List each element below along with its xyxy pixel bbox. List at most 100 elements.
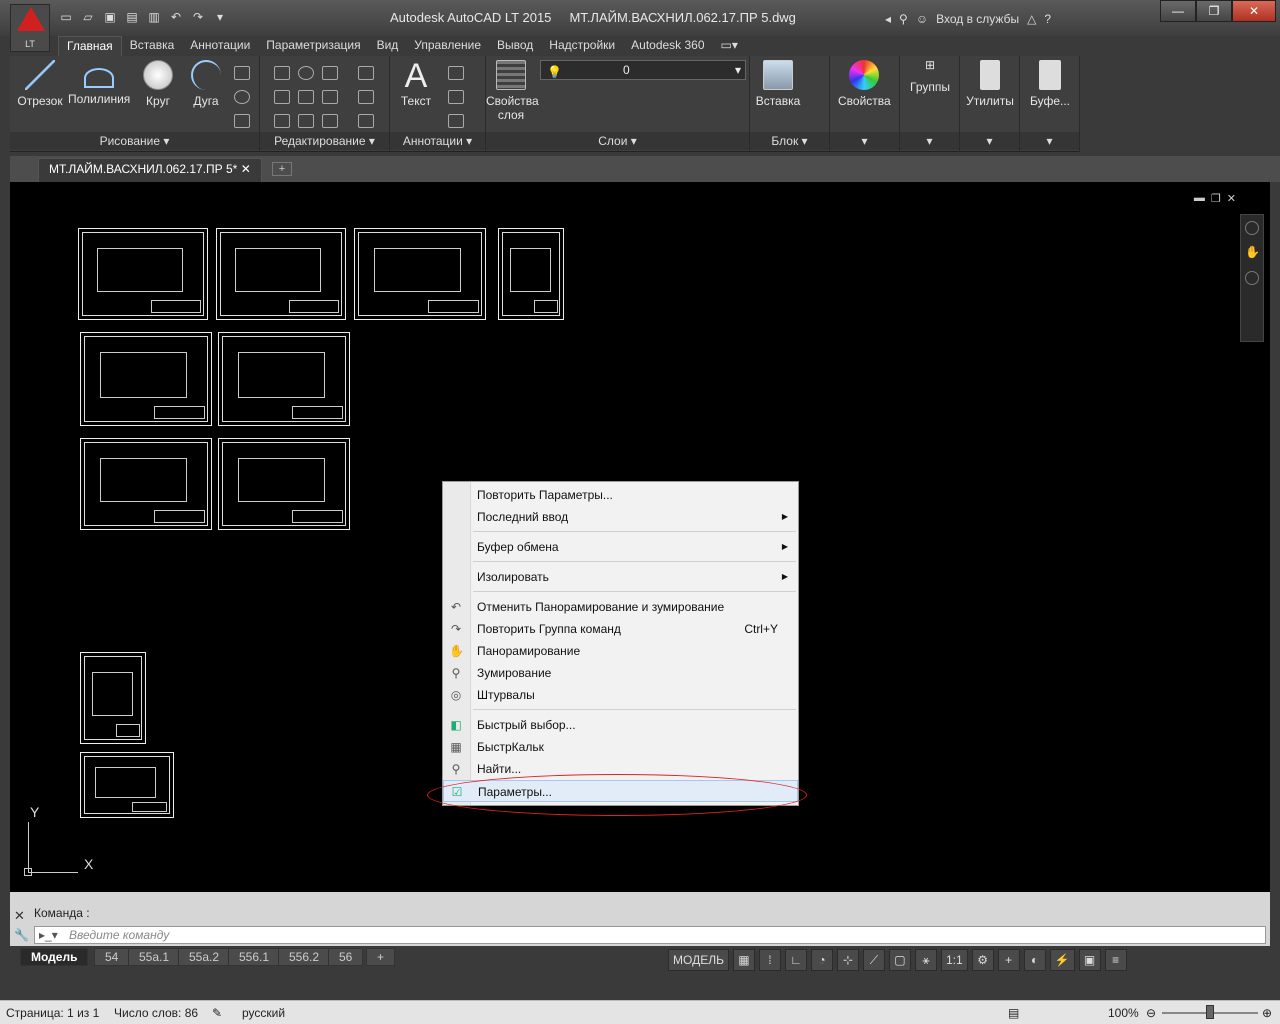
ribbon-tab[interactable]: Управление	[406, 36, 489, 56]
zoom-in-icon[interactable]: ⊕	[1262, 1006, 1272, 1020]
ortho-icon[interactable]: ∟	[784, 949, 807, 971]
pan-hand-icon[interactable]: ✋	[1245, 245, 1260, 261]
table-icon[interactable]	[448, 114, 464, 128]
grid-icon[interactable]: ▦	[732, 949, 755, 971]
ribbon-tab[interactable]: Вывод	[489, 36, 541, 56]
draw-panel-label[interactable]: Рисование ▾	[10, 132, 259, 150]
steering-wheel-icon[interactable]	[1245, 221, 1259, 235]
model-space-button[interactable]: МОДЕЛЬ	[668, 949, 729, 971]
annotation-scale-button[interactable]: 1:1	[940, 949, 968, 971]
selection-cycling-icon[interactable]: ▢	[888, 949, 911, 971]
new-icon[interactable]: ▭	[58, 10, 74, 24]
clipboard-panel-expand[interactable]: ▾	[1020, 132, 1079, 150]
zoom-icon[interactable]	[1245, 271, 1259, 285]
menu-item-quick-select[interactable]: ◧ Быстрый выбор...	[443, 714, 798, 736]
search-arrow-icon[interactable]: ◂	[885, 12, 891, 26]
ribbon-display-toggle-icon[interactable]: ▭▾	[713, 36, 746, 56]
line-button[interactable]: Отрезок	[14, 58, 66, 108]
drawing-sheet[interactable]	[218, 438, 350, 530]
properties-button[interactable]: Свойства	[838, 58, 891, 108]
copy-icon[interactable]	[274, 90, 290, 104]
print-icon[interactable]: ▥	[146, 10, 162, 24]
snap-icon[interactable]: ⁞	[758, 949, 781, 971]
isolate-icon[interactable]: ◐	[1023, 949, 1046, 971]
annotation-visibility-icon[interactable]: ⚹	[914, 949, 937, 971]
binoculars-icon[interactable]: ⚲	[899, 12, 908, 26]
hardware-acceleration-icon[interactable]: ⚡	[1049, 949, 1075, 971]
insert-block-button[interactable]: Вставка	[752, 58, 804, 108]
layout-tab[interactable]: 54	[94, 948, 130, 966]
layout-tab[interactable]: Модель	[20, 948, 89, 966]
utilities-panel-expand[interactable]: ▾	[960, 132, 1019, 150]
layout-tab[interactable]: 56	[328, 948, 364, 966]
lineweight-icon[interactable]: ⟋	[862, 949, 885, 971]
new-file-tab-button[interactable]: +	[272, 162, 292, 176]
menu-item-undo[interactable]: ↶ Отменить Панорамирование и зумирование	[443, 596, 798, 618]
stretch-icon[interactable]	[274, 114, 290, 128]
drawing-sheet[interactable]	[78, 228, 208, 320]
leader-icon[interactable]	[448, 90, 464, 104]
osnap-icon[interactable]: ⊹	[836, 949, 859, 971]
array-icon[interactable]	[322, 114, 338, 128]
close-icon[interactable]: ✕	[14, 908, 25, 924]
viewport-restore-icon[interactable]: ❐	[1211, 192, 1221, 205]
fillet-icon[interactable]	[322, 90, 338, 104]
viewport-minimize-icon[interactable]: ▬	[1194, 192, 1205, 205]
dimension-icon[interactable]	[448, 66, 464, 80]
menu-item-zoom[interactable]: ⚲ Зумирование	[443, 662, 798, 684]
rotate-icon[interactable]	[298, 66, 314, 80]
minimize-button[interactable]: —	[1160, 0, 1196, 22]
modify-panel-label[interactable]: Редактирование ▾	[260, 132, 389, 150]
layout-tab[interactable]: 556.1	[228, 948, 281, 966]
spellcheck-icon[interactable]: ✎	[212, 1006, 222, 1020]
open-icon[interactable]: ▱	[80, 10, 96, 24]
offset-icon[interactable]	[358, 114, 374, 128]
text-button[interactable]: A Текст	[390, 58, 442, 108]
ribbon-tab[interactable]: Главная	[58, 36, 122, 56]
exchange-icon[interactable]: △	[1027, 12, 1036, 26]
menu-item-steering-wheels[interactable]: ◎ Штурвалы	[443, 684, 798, 706]
drawing-sheet[interactable]	[216, 228, 346, 320]
clean-screen-icon[interactable]: ▣	[1078, 949, 1101, 971]
drawing-sheet[interactable]	[80, 752, 174, 818]
zoom-out-icon[interactable]: ⊖	[1146, 1006, 1156, 1020]
application-menu-button[interactable]: LT	[10, 4, 50, 52]
user-icon[interactable]: ☺	[916, 12, 928, 26]
explode-icon[interactable]	[358, 90, 374, 104]
close-icon[interactable]: ✕	[241, 162, 251, 176]
drawing-sheet[interactable]	[218, 332, 350, 426]
scale-icon[interactable]	[298, 114, 314, 128]
ribbon-tab[interactable]: Вставка	[122, 36, 183, 56]
save-as-icon[interactable]: ▤	[124, 10, 140, 24]
properties-panel-expand[interactable]: ▾	[830, 132, 899, 150]
zoom-slider-thumb[interactable]	[1206, 1005, 1214, 1019]
region-icon[interactable]	[234, 114, 250, 128]
menu-item-repeat[interactable]: Повторить Параметры...	[443, 484, 798, 506]
command-input[interactable]: ▸_▾ Введите команду	[34, 926, 1266, 944]
undo-icon[interactable]: ↶	[168, 10, 184, 24]
ribbon-tab[interactable]: Параметризация	[258, 36, 368, 56]
groups-button[interactable]: ⊞ Группы	[904, 58, 956, 94]
drawing-sheet[interactable]	[80, 438, 212, 530]
layout-tab[interactable]: 556.2	[278, 948, 331, 966]
menu-item-redo[interactable]: ↷ Повторить Группа команд Ctrl+Y	[443, 618, 798, 640]
drawing-sheet[interactable]	[498, 228, 564, 320]
signin-button[interactable]: Вход в службы	[936, 12, 1019, 26]
circle-button[interactable]: Круг	[132, 58, 184, 108]
erase-icon[interactable]	[358, 66, 374, 80]
language[interactable]: русский	[242, 1006, 285, 1020]
arc-button[interactable]: Дуга	[180, 58, 232, 108]
file-tab-drawing[interactable]: МТ.ЛАЙМ.ВАСХНИЛ.062.17.ПР 5* ✕	[38, 158, 262, 182]
plus-icon[interactable]: +	[997, 949, 1020, 971]
redo-icon[interactable]: ↷	[190, 10, 206, 24]
layers-panel-label[interactable]: Слои ▾	[486, 132, 749, 150]
gear-icon[interactable]: ⚙	[971, 949, 994, 971]
layer-dropdown[interactable]: 0 ▾ 💡	[540, 60, 746, 80]
hatch-icon[interactable]	[234, 90, 250, 104]
layout-tab[interactable]: 55а.1	[128, 948, 181, 966]
menu-item-isolate[interactable]: Изолировать ▶	[443, 566, 798, 588]
clipboard-button[interactable]: Буфе...	[1024, 58, 1076, 108]
menu-item-quickcalc[interactable]: ▦ БыстрКальк	[443, 736, 798, 758]
viewport-close-icon[interactable]: ✕	[1227, 192, 1236, 205]
mirror-icon[interactable]	[298, 90, 314, 104]
